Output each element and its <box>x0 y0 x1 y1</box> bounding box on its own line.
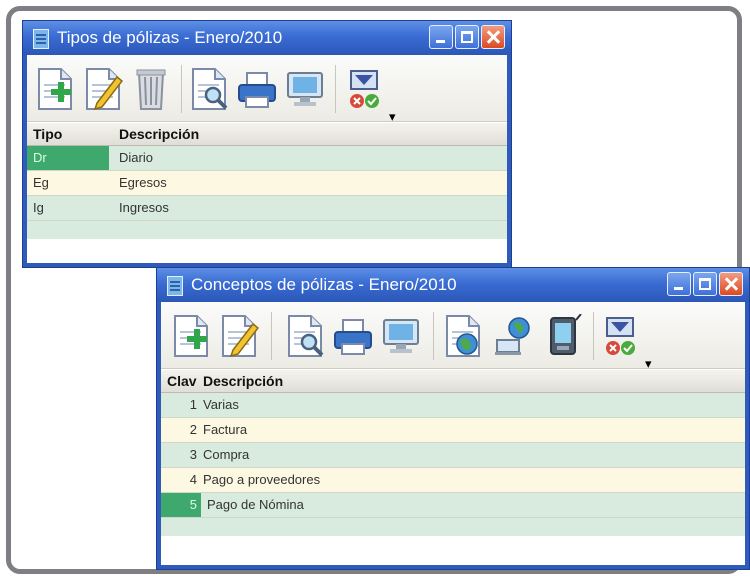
minimize-button[interactable] <box>429 25 453 49</box>
cell-descripcion[interactable]: Compra <box>203 443 249 467</box>
window-title: Conceptos de pólizas - Enero/2010 <box>191 275 457 294</box>
print-icon[interactable] <box>333 314 373 358</box>
close-button[interactable] <box>719 272 743 296</box>
toolbar: ▾ <box>161 302 745 371</box>
conceptos-grid: Clav Descripción 1 Varias 2 Factura 3 Co… <box>161 370 745 536</box>
print-preview-icon[interactable] <box>285 314 325 358</box>
print-icon[interactable] <box>237 67 277 111</box>
cell-descripcion[interactable]: Pago de Nómina <box>207 493 304 517</box>
column-header-clave[interactable]: Clav <box>167 370 197 392</box>
table-row[interactable]: Eg Egresos <box>27 171 507 196</box>
toolbar: ▾ <box>27 55 507 124</box>
table-row[interactable]: Dr Diario <box>27 146 507 171</box>
cell-descripcion[interactable]: Varias <box>203 393 239 417</box>
toolbar-separator <box>335 65 336 113</box>
toolbar-separator <box>593 312 594 360</box>
app-icon <box>33 29 49 49</box>
cell-descripcion[interactable]: Pago a proveedores <box>203 468 320 492</box>
monitor-icon[interactable] <box>285 67 325 111</box>
network-icon[interactable] <box>493 314 533 358</box>
close-button[interactable] <box>481 25 505 49</box>
edit-record-icon[interactable] <box>83 67 124 111</box>
tipos-grid: Tipo Descripción Dr Diario Eg Egresos Ig… <box>27 123 507 239</box>
add-record-icon[interactable] <box>35 67 75 111</box>
cell-descripcion[interactable]: Ingresos <box>119 196 169 220</box>
window-body: ▾ Tipo Descripción Dr Diario Eg Egresos … <box>27 55 507 263</box>
column-header-tipo[interactable]: Tipo <box>33 123 62 145</box>
cell-clave[interactable]: 3 <box>161 443 201 467</box>
minimize-button[interactable] <box>667 272 691 296</box>
window-tipos-polizas: Tipos de pólizas - Enero/2010 ▾ Tipo Des… <box>22 20 512 268</box>
table-row[interactable]: 3 Compra <box>161 443 745 468</box>
delete-record-icon[interactable] <box>131 67 171 111</box>
title-bar[interactable]: Conceptos de pólizas - Enero/2010 <box>157 268 749 302</box>
filter-icon[interactable] <box>345 67 385 111</box>
edit-record-icon[interactable] <box>219 314 260 358</box>
table-row[interactable]: 5 Pago de Nómina <box>161 493 745 518</box>
window-title: Tipos de pólizas - Enero/2010 <box>57 28 283 47</box>
print-preview-icon[interactable] <box>189 67 229 111</box>
title-bar[interactable]: Tipos de pólizas - Enero/2010 <box>23 21 511 55</box>
maximize-button[interactable] <box>455 25 479 49</box>
cell-tipo[interactable]: Ig <box>33 196 44 220</box>
table-row[interactable]: 1 Varias <box>161 393 745 418</box>
cell-tipo[interactable]: Dr <box>27 146 109 170</box>
cell-clave[interactable]: 5 <box>161 493 201 517</box>
grid-header: Tipo Descripción <box>27 123 507 146</box>
toolbar-separator <box>433 312 434 360</box>
cell-clave[interactable]: 2 <box>161 418 201 442</box>
empty-row <box>27 221 507 239</box>
window-conceptos-polizas: Conceptos de pólizas - Enero/2010 ▾ Clav… <box>156 267 750 570</box>
column-header-descripcion[interactable]: Descripción <box>203 370 283 392</box>
filter-icon[interactable] <box>601 314 641 358</box>
globe-icon[interactable] <box>443 314 483 358</box>
table-row[interactable]: Ig Ingresos <box>27 196 507 221</box>
add-record-icon[interactable] <box>171 314 211 358</box>
toolbar-separator <box>181 65 182 113</box>
maximize-button[interactable] <box>693 272 717 296</box>
cell-descripcion[interactable]: Factura <box>203 418 247 442</box>
grid-header: Clav Descripción <box>161 370 745 393</box>
device-icon[interactable] <box>543 313 583 358</box>
cell-tipo[interactable]: Eg <box>33 171 49 195</box>
cell-clave[interactable]: 4 <box>161 468 201 492</box>
table-row[interactable]: 2 Factura <box>161 418 745 443</box>
app-icon <box>167 276 183 296</box>
cell-descripcion[interactable]: Egresos <box>119 171 167 195</box>
column-header-descripcion[interactable]: Descripción <box>119 123 199 145</box>
cell-descripcion[interactable]: Diario <box>119 146 153 170</box>
empty-row <box>161 518 745 536</box>
toolbar-separator <box>271 312 272 360</box>
cell-clave[interactable]: 1 <box>161 393 201 417</box>
window-body: ▾ Clav Descripción 1 Varias 2 Factura 3 … <box>161 302 745 565</box>
table-row[interactable]: 4 Pago a proveedores <box>161 468 745 493</box>
monitor-icon[interactable] <box>381 314 421 358</box>
